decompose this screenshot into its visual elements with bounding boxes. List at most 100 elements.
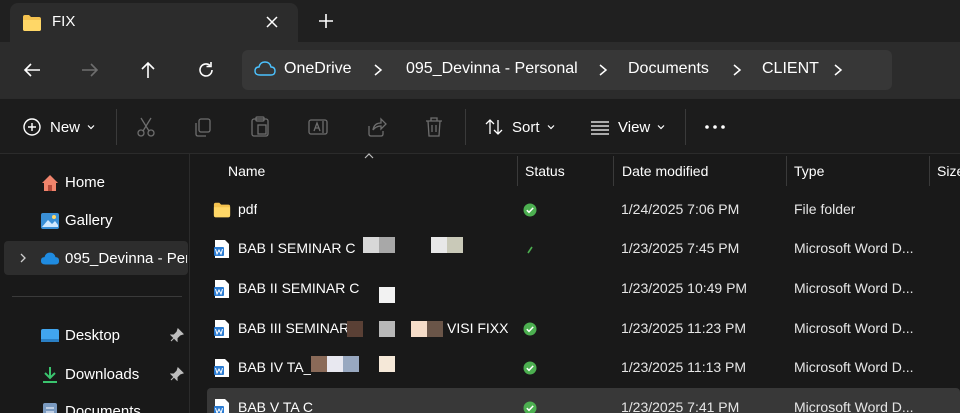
table-row[interactable]: BAB I SEMINAR C 1/23/2025 7:45 PM Micros… — [207, 229, 960, 269]
tab-title: FIX — [52, 13, 76, 30]
breadcrumb-personal[interactable]: 095_Devinna - Personal — [406, 60, 578, 78]
file-name: BAB III SEMINAR — [238, 320, 350, 336]
redaction-block — [327, 356, 343, 372]
synced-check-icon — [523, 401, 537, 413]
cut-icon[interactable] — [136, 116, 156, 138]
home-icon — [42, 175, 58, 191]
sort-label: Sort — [512, 118, 540, 136]
sidebar-item-downloads[interactable]: Downloads — [4, 357, 188, 391]
paste-icon[interactable] — [250, 116, 270, 138]
file-name: BAB V TA C — [238, 399, 313, 413]
back-arrow-icon[interactable] — [20, 58, 44, 82]
more-options-icon[interactable] — [704, 116, 726, 138]
column-header-date[interactable]: Date modified — [614, 154, 786, 188]
divider — [12, 296, 182, 297]
file-list: Name Status Date modified Type Size pdf … — [191, 153, 960, 413]
breadcrumb-documents[interactable]: Documents — [628, 60, 709, 78]
divider — [465, 109, 466, 145]
sidebar-item-documents[interactable]: Documents — [4, 394, 188, 413]
table-row[interactable]: pdf 1/24/2025 7:06 PM File folder — [207, 190, 960, 230]
sidebar-item-gallery[interactable]: Gallery — [4, 203, 188, 237]
divider — [685, 109, 686, 145]
redaction-block — [431, 237, 447, 253]
file-type: Microsoft Word D... — [794, 320, 914, 336]
sidebar-item-onedrive[interactable]: 095_Devinna - Personal — [4, 241, 188, 275]
redaction-block — [363, 237, 379, 253]
redaction-block — [311, 356, 327, 372]
column-header-label: Type — [794, 163, 825, 179]
sort-button[interactable]: Sort — [484, 116, 556, 138]
table-row[interactable]: BAB IV TA_ 1/23/2025 11:13 PM Microsoft … — [207, 348, 960, 388]
column-header-label: Status — [525, 163, 565, 179]
plus-icon[interactable] — [316, 11, 336, 31]
cloud-icon — [254, 61, 276, 76]
redaction-block — [379, 321, 395, 337]
file-name-suffix: VISI FIXX — [447, 320, 509, 336]
tab-strip: FIX — [0, 0, 960, 42]
share-icon[interactable] — [366, 116, 388, 138]
chevron-right-icon[interactable] — [830, 62, 846, 78]
column-header-name[interactable]: Name — [207, 154, 517, 188]
synced-check-icon — [523, 361, 537, 375]
folder-icon — [213, 202, 231, 218]
sidebar-item-label: Documents — [65, 403, 141, 413]
chevron-down-icon — [87, 125, 95, 130]
navigation-bar: OneDrive 095_Devinna - Personal Document… — [0, 42, 960, 98]
table-row[interactable]: BAB V TA C 1/23/2025 7:41 PM Microsoft W… — [207, 388, 960, 413]
word-document-icon — [214, 399, 229, 413]
chevron-right-icon[interactable] — [729, 62, 745, 78]
sidebar-item-desktop[interactable]: Desktop — [4, 318, 188, 352]
sidebar-item-home[interactable]: Home — [4, 165, 188, 199]
trash-icon[interactable] — [424, 116, 444, 138]
sidebar-item-label: Gallery — [65, 212, 113, 229]
new-button[interactable]: New — [22, 116, 96, 138]
chevron-right-icon[interactable] — [370, 62, 386, 78]
date-modified: 1/23/2025 7:45 PM — [621, 240, 740, 256]
sidebar-item-label: Desktop — [65, 327, 121, 344]
column-header-label: Name — [228, 163, 266, 179]
view-lines-icon — [591, 121, 609, 135]
view-button[interactable]: View — [590, 116, 666, 138]
word-document-icon — [214, 320, 229, 338]
refresh-icon[interactable] — [194, 58, 218, 82]
breadcrumb-onedrive[interactable]: OneDrive — [284, 60, 352, 78]
column-header-size[interactable]: Size — [930, 154, 960, 188]
breadcrumb-client[interactable]: CLIENT — [762, 60, 819, 78]
synced-check-icon — [523, 203, 537, 217]
sidebar-item-label: Home — [65, 174, 106, 191]
tab-active[interactable]: FIX — [10, 3, 298, 42]
copy-icon[interactable] — [193, 116, 213, 138]
column-header-status[interactable]: Status — [518, 154, 614, 188]
chevron-right-icon[interactable] — [16, 251, 30, 265]
table-row[interactable]: BAB II SEMINAR C 1/23/2025 10:49 PM Micr… — [207, 269, 960, 309]
column-header-label: Size — [937, 163, 960, 179]
redaction-block — [427, 321, 443, 337]
desktop-icon — [41, 329, 59, 342]
redaction-block — [347, 321, 363, 337]
gallery-icon — [41, 213, 59, 229]
date-modified: 1/24/2025 7:06 PM — [621, 201, 740, 217]
chevron-down-icon — [547, 125, 554, 130]
sort-icon — [485, 119, 503, 135]
documents-icon — [43, 403, 57, 413]
redaction-block — [379, 287, 395, 303]
folder-icon — [23, 15, 41, 31]
up-arrow-icon[interactable] — [136, 58, 160, 82]
pin-icon[interactable] — [170, 328, 184, 342]
table-row[interactable]: BAB III SEMINAR VISI FIXX 1/23/2025 11:2… — [207, 309, 960, 349]
plus-circle-icon — [23, 118, 41, 136]
close-icon[interactable] — [262, 12, 282, 32]
chevron-right-icon[interactable] — [595, 62, 611, 78]
chevron-down-icon — [657, 125, 665, 130]
file-name: BAB II SEMINAR C — [238, 280, 360, 296]
rename-icon[interactable] — [307, 116, 329, 138]
file-type: Microsoft Word D... — [794, 359, 914, 375]
date-modified: 1/23/2025 11:23 PM — [621, 320, 747, 336]
pin-icon[interactable] — [170, 367, 184, 381]
forward-arrow-icon[interactable] — [78, 58, 102, 82]
divider — [116, 109, 117, 145]
column-header-type[interactable]: Type — [787, 154, 929, 188]
new-label: New — [50, 118, 81, 136]
address-bar[interactable]: OneDrive 095_Devinna - Personal Document… — [242, 50, 892, 90]
file-name: BAB IV TA_ — [238, 359, 312, 375]
